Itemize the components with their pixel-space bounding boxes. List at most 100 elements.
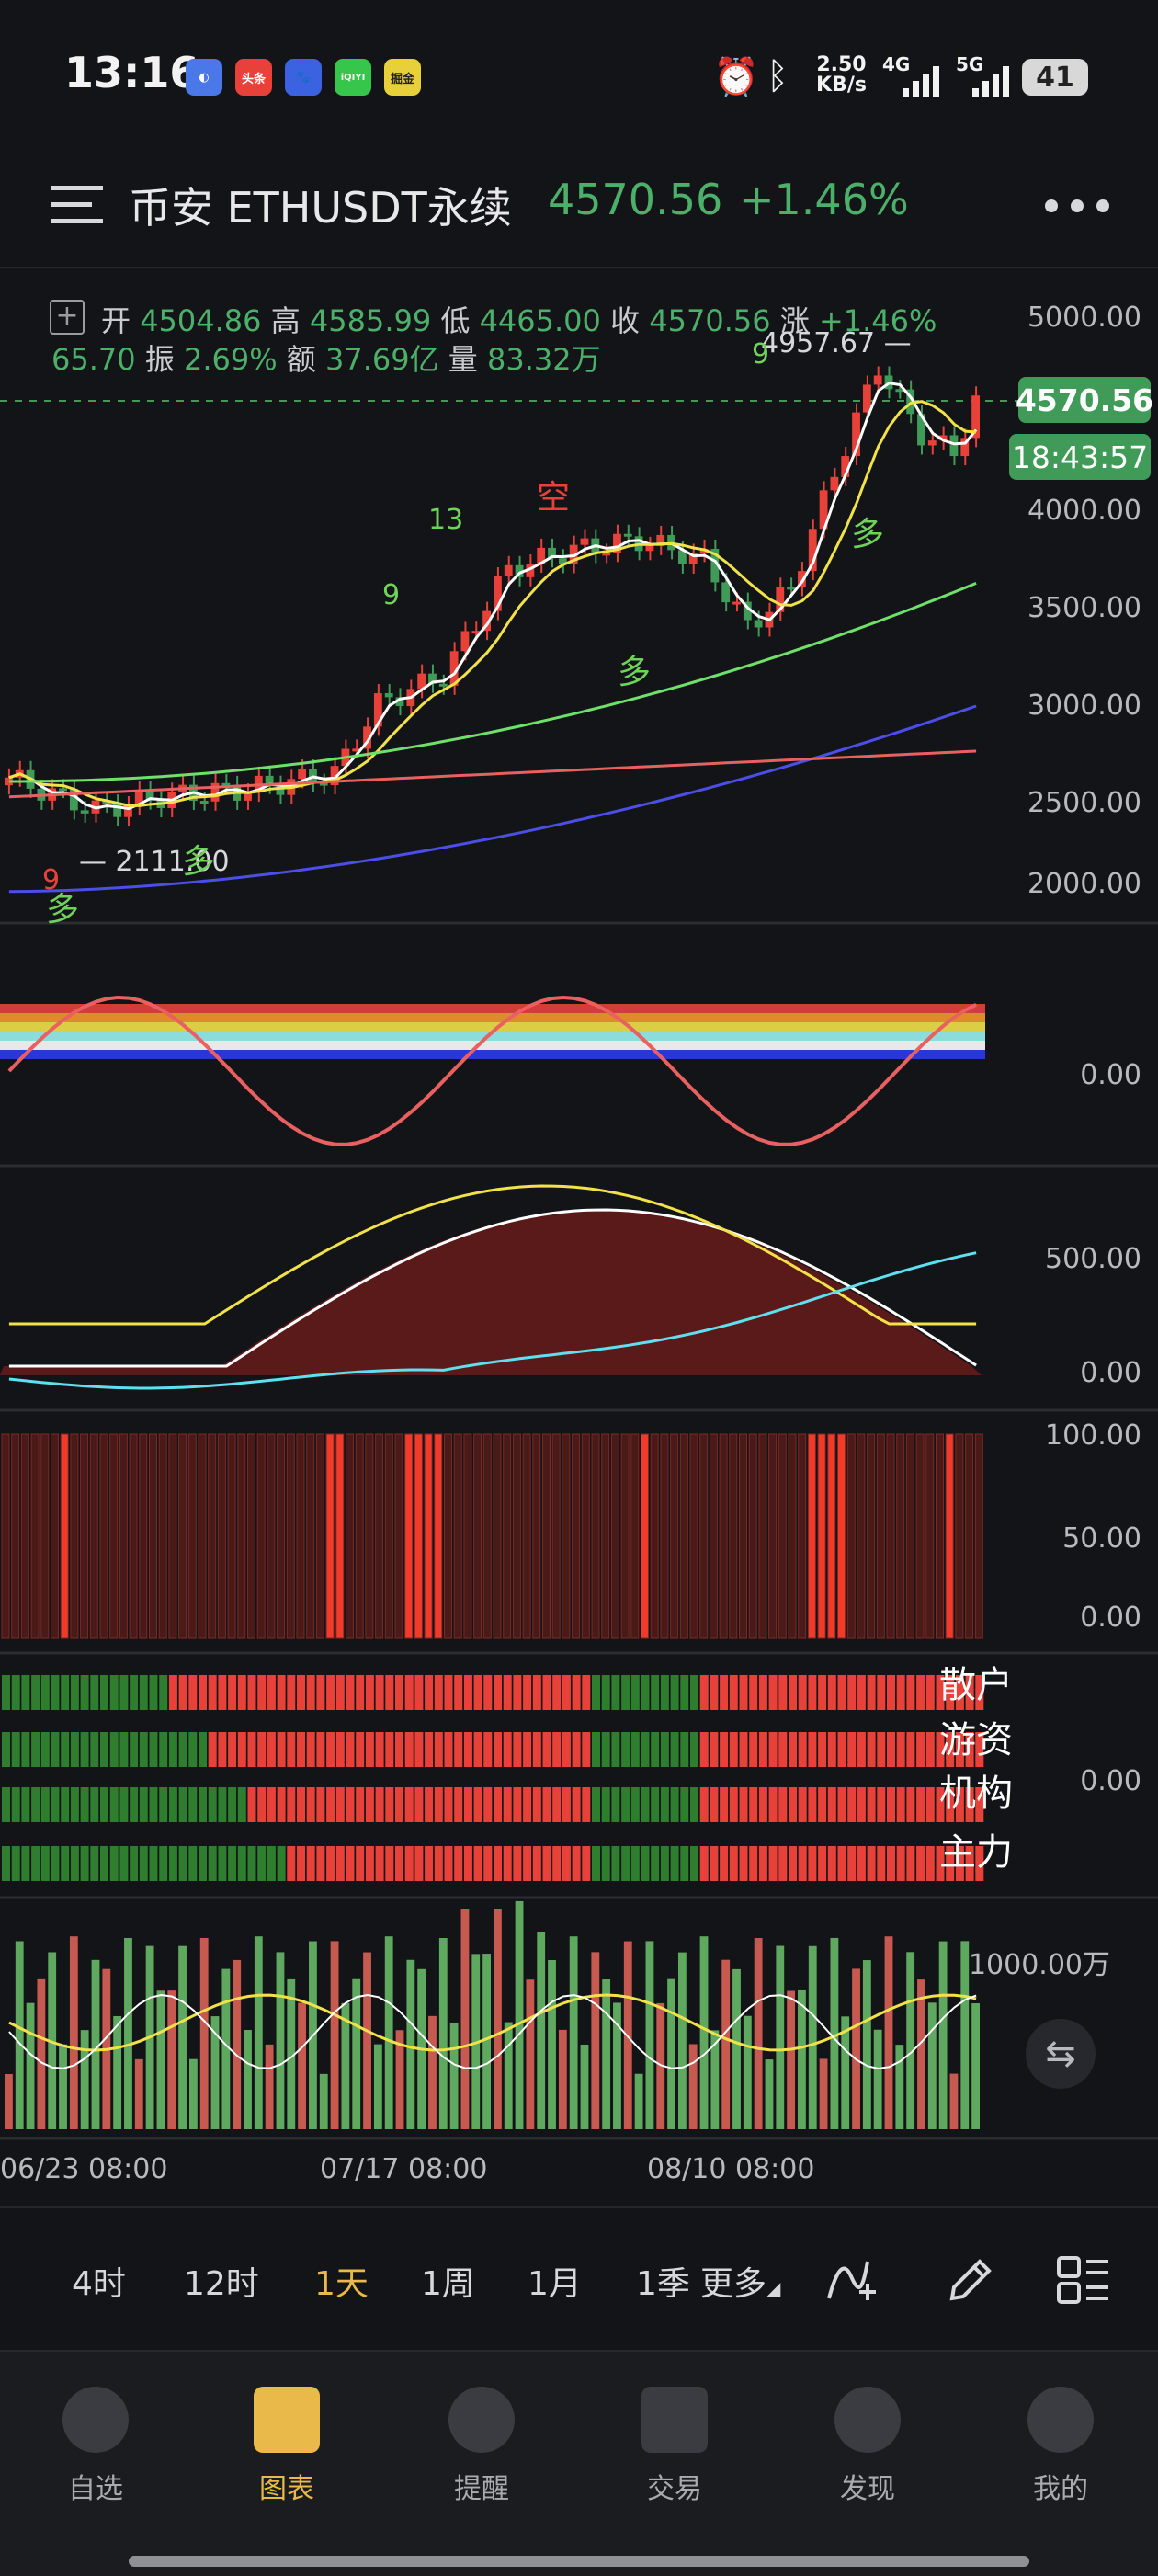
tab-discover[interactable]: 发现 (812, 2466, 923, 2506)
home-indicator[interactable] (129, 2556, 1029, 2567)
count-label: 9 (382, 579, 401, 611)
ind4-cell (326, 1787, 335, 1822)
ind4-cell (818, 1732, 827, 1767)
ind4-cell (218, 1787, 227, 1822)
ind4-cell (247, 1846, 256, 1881)
signal-4g-icon (903, 66, 939, 97)
ind4-cell (798, 1675, 807, 1710)
ind3-bar (798, 1433, 807, 1639)
discover-icon[interactable] (834, 2387, 901, 2453)
layout-grid-icon[interactable] (1055, 2254, 1110, 2306)
ind4-cell (149, 1846, 158, 1881)
ind3-bar (129, 1433, 138, 1639)
volume-bar (776, 1945, 785, 2129)
ind4-cell (887, 1732, 895, 1767)
ind4-cell (228, 1732, 237, 1767)
ind4-cell (454, 1846, 463, 1881)
volume-bar (558, 2029, 567, 2129)
ind3-bar (30, 1433, 40, 1639)
ind4-cell (916, 1732, 925, 1767)
ind4-cell (404, 1732, 414, 1767)
symbol-title[interactable]: 币安 ETHUSDT永续 (129, 175, 512, 235)
trade-icon[interactable] (641, 2387, 708, 2453)
ind4-cell (109, 1787, 119, 1822)
volume-bar (298, 2002, 307, 2129)
ind4-cell (778, 1787, 788, 1822)
tab-alerts[interactable]: 提醒 (426, 2466, 537, 2506)
volume-bar (438, 1938, 448, 2129)
tab-trade[interactable]: 交易 (619, 2466, 730, 2506)
volume-bar (330, 1941, 339, 2129)
ind3-bar (198, 1433, 207, 1639)
ind4-cell (641, 1732, 650, 1767)
ind4-cell (297, 1787, 305, 1822)
ind4-cell (356, 1732, 365, 1767)
ind3-bar (532, 1433, 541, 1639)
ind3-bar (827, 1433, 836, 1639)
alert-bell-icon[interactable] (448, 2387, 515, 2453)
ind4-cell (139, 1846, 148, 1881)
ind4-cell (100, 1787, 108, 1822)
profile-icon[interactable] (1027, 2387, 1094, 2453)
ind4-cell (228, 1787, 237, 1822)
timeframe-4h[interactable]: 4时 (72, 2257, 126, 2305)
timeframe-1w[interactable]: 1周 (421, 2257, 475, 2305)
volume-bar (91, 1959, 100, 2129)
indicator-add-icon[interactable] (825, 2252, 880, 2304)
ind4-cell (483, 1787, 493, 1822)
more-icon[interactable] (1044, 199, 1110, 213)
timeframe-more[interactable]: 更多◢ (700, 2257, 780, 2305)
ind3-bar (709, 1433, 718, 1639)
draw-pencil-icon[interactable] (945, 2254, 996, 2306)
tab-chart[interactable]: 图表 (232, 2466, 342, 2506)
ind4-cell (218, 1732, 227, 1767)
ind4-cell (425, 1787, 434, 1822)
ind3-bar (758, 1433, 767, 1639)
ind4-cell (100, 1732, 108, 1767)
timeframe-1q[interactable]: 1季 (636, 2257, 690, 2305)
timeframe-1d[interactable]: 1天 (314, 2257, 369, 2305)
ind4-cell (247, 1675, 256, 1710)
volume-bar (276, 1952, 285, 2129)
ind4-cell (130, 1787, 139, 1822)
ind4-cell (690, 1846, 698, 1881)
watchlist-icon[interactable] (62, 2387, 129, 2453)
ind4-cell (532, 1787, 541, 1822)
ind4-cell (375, 1732, 384, 1767)
menu-icon[interactable] (51, 184, 103, 226)
y-tick: 5000.00 (1027, 302, 1141, 334)
ind4-cell (277, 1846, 286, 1881)
tab-watchlist[interactable]: 自选 (40, 2466, 151, 2506)
chart-tab-icon[interactable] (254, 2387, 320, 2453)
ind4-cell (837, 1675, 846, 1710)
ind4-cell (119, 1732, 129, 1767)
ind4-cell (680, 1846, 689, 1881)
baidu-icon: 🐾 (285, 59, 322, 96)
landscape-toggle-icon[interactable]: ⇆ (1026, 2019, 1096, 2089)
ind4-cell (680, 1787, 689, 1822)
ind4-cell (40, 1732, 50, 1767)
ind4-cell (562, 1787, 571, 1822)
timeframe-12h[interactable]: 12时 (184, 2257, 259, 2305)
volume-bar (69, 1936, 78, 2129)
ind4-cell (346, 1675, 355, 1710)
ind4-cell (621, 1846, 630, 1881)
timeframe-1m[interactable]: 1月 (528, 2257, 582, 2305)
status-time: 13:16 (64, 48, 199, 97)
ind4-cell (513, 1787, 522, 1822)
ind4-cell (51, 1846, 60, 1881)
ind3-tick: 0.00 (1080, 1601, 1141, 1634)
ind3-bar (886, 1433, 895, 1639)
candle (438, 683, 448, 687)
tab-profile[interactable]: 我的 (1005, 2466, 1116, 2506)
volume-bar (265, 2044, 274, 2129)
ind3-bar (641, 1433, 649, 1639)
kline-chart[interactable] (0, 272, 1158, 2166)
ind4-cell (532, 1675, 541, 1710)
ind4-cell (414, 1675, 424, 1710)
y-tick: 4000.00 (1027, 495, 1141, 527)
ind4-cell (758, 1846, 767, 1881)
ind3-bar (876, 1433, 885, 1639)
ind4-cell (601, 1846, 610, 1881)
ind4-cell (454, 1732, 463, 1767)
